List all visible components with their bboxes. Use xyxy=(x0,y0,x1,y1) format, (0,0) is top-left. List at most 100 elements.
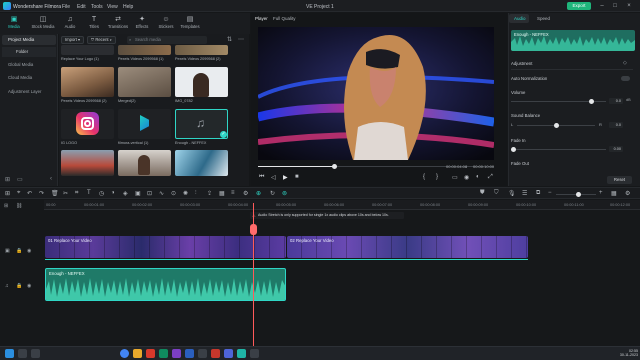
render-icon[interactable]: ⊕ xyxy=(256,190,261,197)
sidebar-folder[interactable]: Folder xyxy=(2,47,56,57)
media-thumb[interactable] xyxy=(175,67,228,97)
ai-icon[interactable]: ✺ xyxy=(183,190,188,197)
app-icon[interactable] xyxy=(159,349,168,358)
zoom-in-icon[interactable]: + xyxy=(599,190,603,196)
media-thumb[interactable] xyxy=(61,67,114,97)
marker-icon[interactable]: ⛊ xyxy=(480,190,485,197)
shield-icon[interactable]: ⛉ xyxy=(494,190,499,197)
delete-icon[interactable]: 🗑 xyxy=(51,190,59,197)
zoom-out-icon[interactable]: − xyxy=(548,190,552,196)
auto-normalization-toggle[interactable] xyxy=(621,76,630,81)
step-back-icon[interactable]: ◁ xyxy=(271,174,276,181)
maximize-icon[interactable]: □ xyxy=(611,2,619,10)
zoom-knob[interactable] xyxy=(576,192,581,197)
balance-slider[interactable] xyxy=(517,123,595,128)
menu-view[interactable]: View xyxy=(107,4,118,10)
lock-icon[interactable]: 🔒 xyxy=(16,248,22,254)
snap-icon[interactable]: ⊚ xyxy=(282,190,287,197)
media-thumb[interactable] xyxy=(118,45,171,55)
search-icon[interactable] xyxy=(18,349,27,358)
close-icon[interactable]: × xyxy=(625,2,633,10)
volume-knob[interactable] xyxy=(589,99,594,104)
recent-filter[interactable]: ⛉ Recent ▾ xyxy=(87,36,116,44)
media-thumb[interactable] xyxy=(118,109,171,139)
import-button[interactable]: Import ▾ xyxy=(61,36,85,44)
video-clip-1[interactable]: 01 Replace Your Video xyxy=(45,236,286,258)
tool-stock-media[interactable]: ◫ Stock Media xyxy=(31,13,55,34)
lock-icon[interactable]: 🔒 xyxy=(16,283,22,289)
speed-icon[interactable]: ◷ xyxy=(99,190,104,197)
cut-icon[interactable]: ✂ xyxy=(63,190,68,197)
track-icon[interactable]: ≡ xyxy=(231,190,235,196)
audio-stretch-icon[interactable]: ∿ xyxy=(159,190,164,197)
adjust-icon[interactable]: ⚙ xyxy=(243,190,248,197)
media-thumb[interactable] xyxy=(61,109,114,139)
playback-knob[interactable] xyxy=(332,164,337,169)
sort-icon[interactable]: ⇅ xyxy=(227,36,232,43)
zoom-slider[interactable] xyxy=(556,192,596,197)
windows-start-icon[interactable] xyxy=(5,349,14,358)
tool-stickers[interactable]: ☺ Stickers xyxy=(154,13,178,34)
prev-frame-icon[interactable]: ⏮ xyxy=(259,174,264,181)
add-track-icon[interactable]: ⊞ xyxy=(4,203,8,209)
mask-icon[interactable]: ▣ xyxy=(135,190,141,197)
balance-value[interactable]: 0.0 xyxy=(609,122,623,128)
mosaic-icon[interactable]: ▦ xyxy=(219,190,225,197)
menu-file[interactable]: File xyxy=(62,4,70,10)
export-button[interactable]: Export xyxy=(567,2,591,10)
sidebar-project-media[interactable]: Project Media xyxy=(2,35,56,45)
tool-audio[interactable]: ♫ Audio xyxy=(58,13,82,34)
video-clip-2[interactable]: 02 Replace Your Video xyxy=(287,236,528,258)
fade-in-value[interactable]: 0.00 xyxy=(609,146,623,152)
search-input[interactable]: ⌕ Search media xyxy=(127,36,207,44)
minimize-icon[interactable]: – xyxy=(598,2,606,10)
app-icon[interactable] xyxy=(198,349,207,358)
tool-titles[interactable]: T Titles xyxy=(82,13,106,34)
media-thumb-selected[interactable]: ♫ ✓ xyxy=(175,109,228,139)
list-icon[interactable]: ☰ xyxy=(522,190,527,197)
folder-icon[interactable]: ▭ xyxy=(17,176,23,183)
tab-audio[interactable]: Audio xyxy=(514,16,526,21)
snapshot-icon[interactable]: ◉ xyxy=(464,174,469,181)
text-icon[interactable]: T xyxy=(87,190,91,196)
volume-icon[interactable]: ◐ xyxy=(476,174,480,180)
reset-button[interactable]: Reset xyxy=(607,176,632,184)
sidebar-item-cloud-media[interactable]: Cloud Media xyxy=(2,73,56,83)
fade-in-slider[interactable] xyxy=(511,147,606,152)
crop-icon[interactable]: ⌗ xyxy=(75,190,78,197)
task-view-icon[interactable] xyxy=(31,349,40,358)
new-folder-icon[interactable]: ⊞ xyxy=(5,176,10,183)
display-icon[interactable]: ▭ xyxy=(452,174,458,181)
app-icon[interactable] xyxy=(146,349,155,358)
motion-icon[interactable]: ⊙ xyxy=(171,190,176,197)
pip-icon[interactable]: ⧉ xyxy=(536,190,540,197)
grid-icon[interactable]: ▦ xyxy=(611,190,617,197)
tool-transitions[interactable]: ⇄ Transitions xyxy=(106,13,130,34)
media-thumb[interactable] xyxy=(61,150,114,176)
app-icon[interactable] xyxy=(172,349,181,358)
sidebar-item-adjustment-layer[interactable]: Adjustment Layer xyxy=(2,87,56,97)
tab-player[interactable]: Player xyxy=(255,16,268,21)
keyframe-icon[interactable]: ◈ xyxy=(123,190,128,197)
mic-icon[interactable]: 🎙 xyxy=(508,190,516,197)
mark-out-icon[interactable]: } xyxy=(436,174,438,180)
color-icon[interactable]: ◑ xyxy=(111,190,115,196)
tab-full-quality[interactable]: Full Quality xyxy=(273,16,296,21)
filmora-taskbar-icon[interactable] xyxy=(237,349,246,358)
settings-icon[interactable]: ⚙ xyxy=(625,190,630,197)
playhead-handle[interactable] xyxy=(250,224,257,235)
tool-templates[interactable]: ▤ Templates xyxy=(178,13,202,34)
app-icon[interactable] xyxy=(224,349,233,358)
tool-media[interactable]: ▣ Media xyxy=(2,13,26,34)
chrome-icon[interactable] xyxy=(120,349,129,358)
diamond-icon[interactable]: ◇ xyxy=(623,60,627,66)
speaker-icon[interactable]: ◉ xyxy=(27,283,31,289)
play-icon[interactable]: ▶ xyxy=(283,174,288,181)
layout-icon[interactable]: ⊞ xyxy=(5,190,10,197)
export-frame-icon[interactable]: ⇪ xyxy=(207,190,212,197)
media-thumb[interactable] xyxy=(118,67,171,97)
media-thumb[interactable] xyxy=(175,45,228,55)
tool-effects[interactable]: ✦ Effects xyxy=(130,13,154,34)
mark-in-icon[interactable]: { xyxy=(423,174,425,180)
volume-slider[interactable] xyxy=(511,99,606,104)
